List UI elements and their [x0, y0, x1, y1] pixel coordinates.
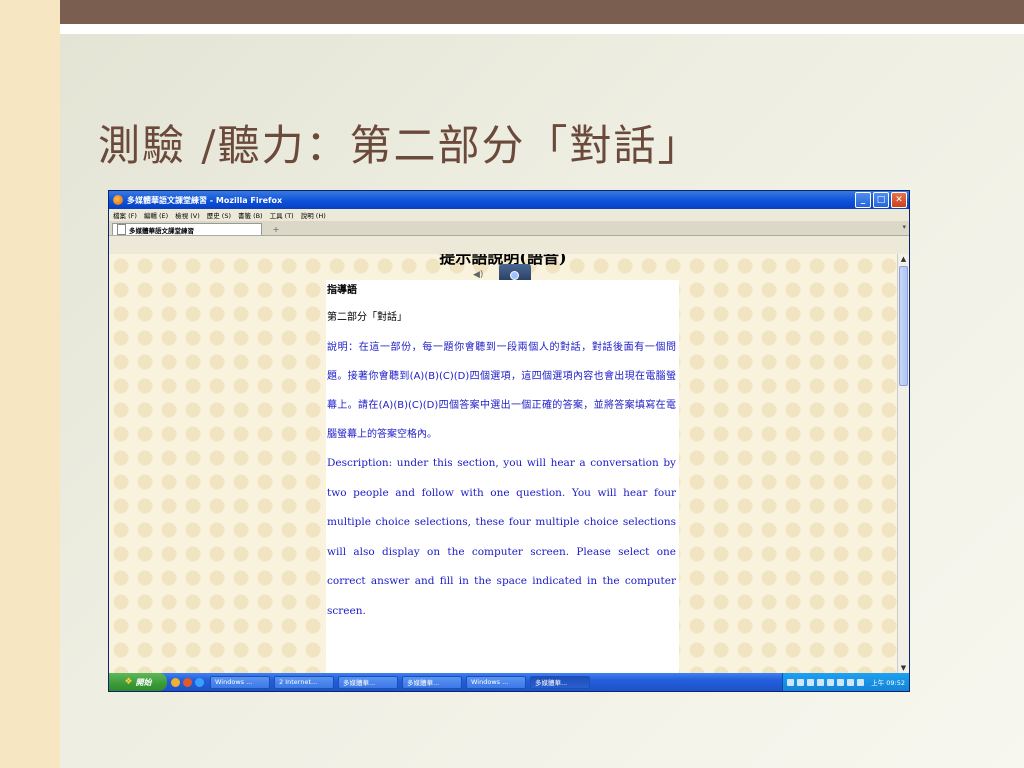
guide-label: 指導語 [327, 285, 357, 296]
windows-flag-icon: ❖ [124, 677, 133, 687]
speaker-icon[interactable]: ◀) [473, 270, 485, 280]
system-tray: 上午 09:52 [782, 673, 909, 691]
tab-bar: 多媒體華語文課堂練習 + ▾ [109, 221, 909, 236]
task-media-2[interactable]: 多媒體華... [402, 675, 462, 689]
maximize-button[interactable]: □ [873, 192, 889, 208]
start-label: 開始 [135, 677, 152, 687]
scroll-thumb[interactable] [899, 266, 908, 386]
menu-file[interactable]: 檔案 (F) [113, 210, 137, 220]
task-media-1[interactable]: 多媒體華... [338, 675, 398, 689]
part-label: 第二部分「對話」 [327, 312, 407, 323]
menu-help[interactable]: 說明 (H) [301, 210, 326, 220]
tray-icon[interactable] [817, 678, 825, 686]
browser-screenshot: 多媒體華語文課堂練習 - Mozilla Firefox _ □ ✕ 檔案 (F… [108, 190, 910, 692]
menu-view[interactable]: 檢視 (V) [175, 210, 200, 220]
tray-icon[interactable] [857, 678, 865, 686]
window-title: 多媒體華語文課堂練習 - Mozilla Firefox [127, 195, 283, 205]
top-decor-bar [60, 0, 1024, 24]
vertical-scrollbar[interactable]: ▲ ▼ [897, 254, 909, 673]
task-windows-1[interactable]: Windows ... [210, 675, 270, 689]
task-media-active[interactable]: 多媒體華... [530, 675, 590, 689]
start-button[interactable]: ❖ 開始 [109, 673, 167, 691]
menu-edit[interactable]: 編輯 (E) [144, 210, 168, 220]
tab-label: 多媒體華語文課堂練習 [129, 226, 194, 235]
quicklaunch-icon-1[interactable] [171, 677, 180, 687]
new-tab-button[interactable]: + [266, 224, 286, 235]
tab-current[interactable]: 多媒體華語文課堂練習 [112, 223, 262, 235]
instruction-panel: 指導語 第二部分「對話」 說明：在這一部份，每一題你會聽到一段兩個人的對話，對話… [326, 280, 679, 673]
document-icon [117, 224, 126, 235]
tab-list-icon[interactable]: ▾ [902, 223, 906, 231]
scroll-down-icon[interactable]: ▼ [898, 663, 909, 673]
tray-icon[interactable] [807, 678, 815, 686]
window-titlebar: 多媒體華語文課堂練習 - Mozilla Firefox _ □ ✕ [109, 191, 909, 209]
close-button[interactable]: ✕ [891, 192, 907, 208]
task-internet[interactable]: 2 Internet... [274, 675, 334, 689]
menu-bar: 檔案 (F) 編輯 (E) 檢視 (V) 歷史 (S) 書籤 (B) 工具 (T… [109, 209, 909, 221]
tray-icon[interactable] [797, 678, 805, 686]
english-description: Description: under this section, you wil… [327, 457, 676, 617]
taskbar: ❖ 開始 Windows ... 2 Internet... 多媒體華... 多… [109, 673, 909, 691]
quicklaunch-icon-2[interactable] [183, 677, 192, 687]
tray-clock: 上午 09:52 [871, 679, 905, 687]
tray-icon[interactable] [837, 678, 845, 686]
menu-history[interactable]: 歷史 (S) [207, 210, 231, 220]
quick-launch [171, 677, 204, 687]
quicklaunch-icon-3[interactable] [195, 677, 204, 687]
left-accent-band [0, 0, 60, 768]
task-windows-2[interactable]: Windows ... [466, 675, 526, 689]
menu-tools[interactable]: 工具 (T) [270, 210, 294, 220]
top-decor-line [60, 24, 1024, 34]
tray-icon[interactable] [787, 678, 795, 686]
firefox-icon [113, 195, 123, 205]
tray-icon[interactable] [847, 678, 855, 686]
minimize-button[interactable]: _ [855, 192, 871, 208]
menu-bookmarks[interactable]: 書籤 (B) [238, 210, 263, 220]
chinese-description: 說明：在這一部份，每一題你會聽到一段兩個人的對話，對話後面有一個問題。接著你會聽… [327, 342, 676, 440]
page-content: 提示語說明(語音) ◀) 指導語 第二部分「對話」 說明：在這一部份，每一題你會… [109, 254, 897, 673]
tray-icon[interactable] [827, 678, 835, 686]
slide-title: 測驗 /聽力：第二部分「對話」 [98, 121, 702, 170]
scroll-up-icon[interactable]: ▲ [898, 254, 909, 264]
audio-player-icon[interactable] [499, 264, 531, 280]
